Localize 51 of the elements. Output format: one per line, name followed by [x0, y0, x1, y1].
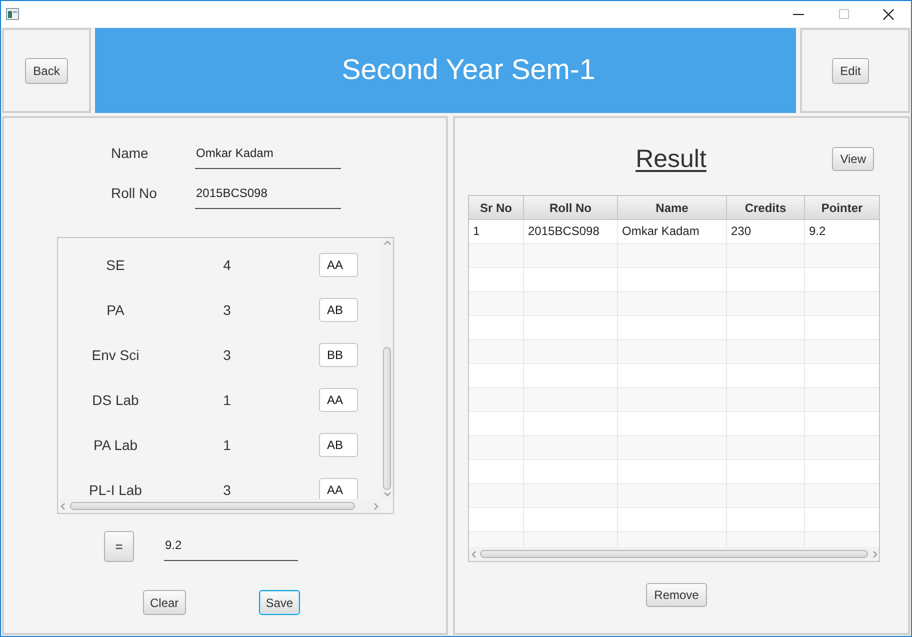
grade-field[interactable]: AA: [319, 252, 358, 276]
horizontal-scrollbar[interactable]: [58, 499, 381, 513]
scrollbar-thumb[interactable]: [480, 550, 868, 558]
back-button[interactable]: Back: [25, 58, 68, 84]
close-icon[interactable]: [883, 8, 894, 20]
page-title: Second Year Sem-1: [342, 54, 596, 87]
credit-value: 1: [223, 392, 231, 408]
subject-name: SE: [106, 256, 125, 272]
horizontal-scrollbar[interactable]: [469, 547, 879, 561]
grade-field[interactable]: AB: [319, 298, 358, 322]
column-header[interactable]: Credits: [727, 196, 805, 220]
field-label: Roll No: [111, 185, 158, 201]
text-field[interactable]: 2015BCS098: [195, 186, 341, 209]
chevron-left-icon[interactable]: [61, 502, 65, 510]
subject-name: PL-I Lab: [89, 482, 142, 498]
credit-value: 3: [223, 302, 231, 318]
edit-button[interactable]: Edit: [832, 58, 869, 84]
result-field[interactable]: 9.2: [164, 538, 298, 561]
remove-button[interactable]: Remove: [646, 583, 707, 607]
scrollbar-thumb[interactable]: [383, 347, 391, 490]
view-button[interactable]: View: [832, 147, 874, 171]
credit-value: 3: [223, 482, 231, 498]
grade-field[interactable]: BB: [319, 342, 358, 366]
subject-name: PA Lab: [93, 436, 138, 452]
column-header[interactable]: Roll No: [524, 196, 618, 220]
subject-name: PA: [106, 302, 124, 318]
chevron-right-icon[interactable]: [374, 502, 378, 510]
credit-value: 4: [223, 256, 231, 272]
credit-value: 1: [223, 436, 231, 452]
subject-name: DS Lab: [92, 392, 139, 408]
column-header[interactable]: Name: [618, 196, 727, 220]
column-header[interactable]: Sr No: [469, 196, 524, 220]
action-button[interactable]: Save: [258, 590, 300, 615]
chevron-left-icon[interactable]: [472, 550, 476, 558]
app-window-icon: [6, 8, 19, 20]
field-label: Name: [111, 145, 150, 161]
vertical-scrollbar[interactable]: [381, 238, 393, 499]
chevron-right-icon[interactable]: [873, 550, 877, 558]
grade-field[interactable]: AA: [319, 388, 358, 412]
subject-name: Env Sci: [92, 346, 140, 362]
column-header[interactable]: Pointer: [805, 196, 879, 220]
calculate-button[interactable]: =: [104, 531, 134, 562]
scrollbar-thumb[interactable]: [70, 502, 355, 510]
section-heading: Result: [636, 144, 706, 174]
chevron-down-icon[interactable]: [384, 492, 390, 496]
grade-field[interactable]: AA: [319, 478, 358, 499]
grade-field[interactable]: AB: [319, 432, 358, 456]
text-field[interactable]: Omkar Kadam: [195, 146, 341, 169]
credit-value: 3: [223, 346, 231, 362]
chevron-up-icon[interactable]: [384, 241, 390, 245]
action-button[interactable]: Clear: [143, 590, 186, 615]
